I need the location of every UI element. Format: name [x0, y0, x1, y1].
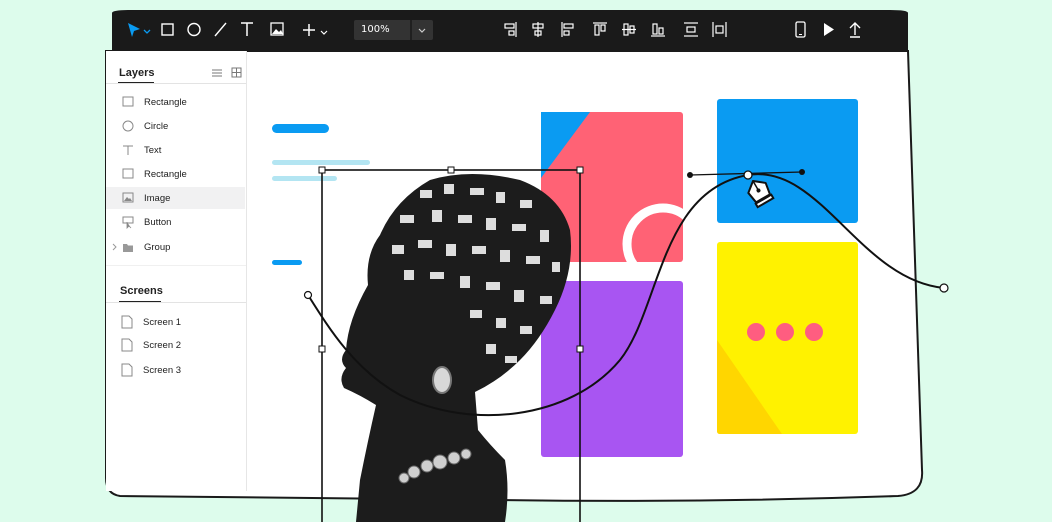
anchor-point[interactable]	[939, 283, 949, 293]
heading-placeholder[interactable]	[272, 124, 329, 133]
dot	[776, 323, 794, 341]
anchor-point[interactable]	[303, 290, 313, 300]
dot	[805, 323, 823, 341]
resize-handle[interactable]	[576, 166, 584, 174]
text-placeholder-line[interactable]	[272, 176, 337, 181]
resize-handle[interactable]	[318, 166, 326, 174]
handle-point[interactable]	[687, 172, 693, 178]
resize-handle[interactable]	[318, 345, 326, 353]
link-placeholder[interactable]	[272, 260, 302, 265]
resize-handle[interactable]	[447, 166, 455, 174]
canvas-content	[272, 99, 949, 522]
anchor-point[interactable]	[743, 170, 753, 180]
yellow-card[interactable]	[717, 242, 858, 434]
resize-handle[interactable]	[576, 345, 584, 353]
dot	[747, 323, 765, 341]
text-placeholder-line[interactable]	[272, 160, 370, 165]
handle-point[interactable]	[799, 169, 805, 175]
design-app-illustration: 100% Layers Rectangle Circle Text Rectan…	[0, 0, 1052, 522]
earring	[432, 366, 452, 394]
blue-card[interactable]	[717, 99, 858, 223]
portrait-image[interactable]	[341, 174, 571, 522]
